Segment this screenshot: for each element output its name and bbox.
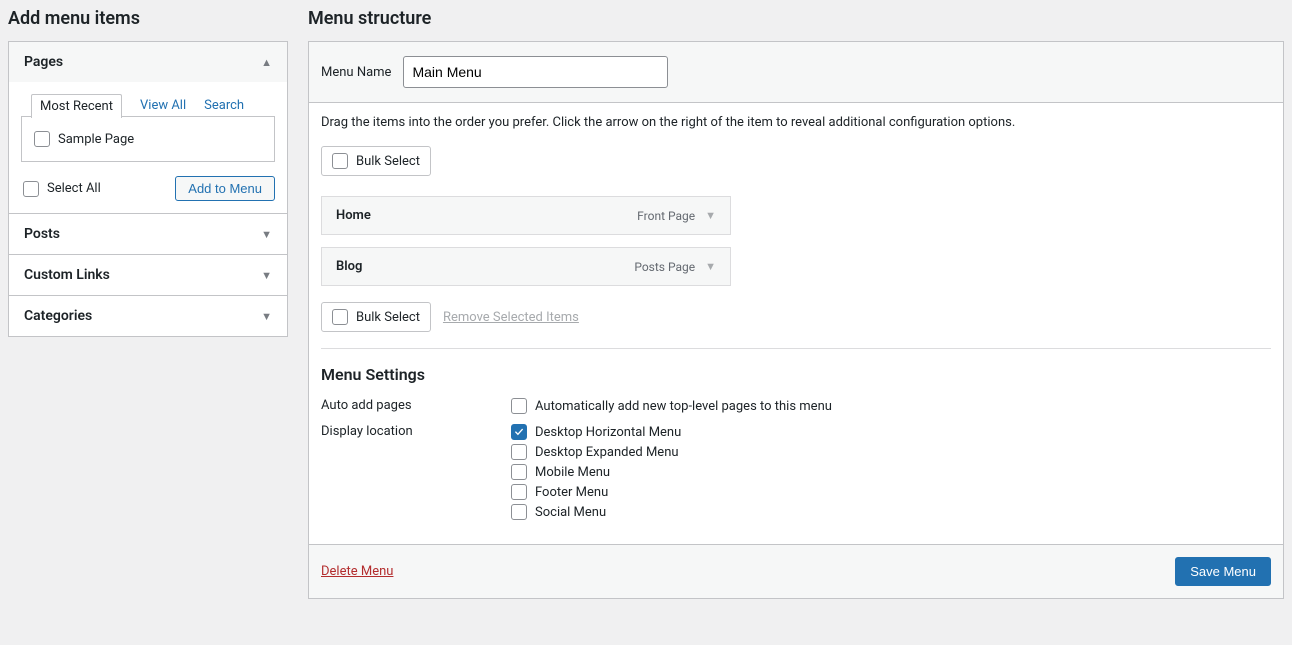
add-to-menu-button[interactable]: Add to Menu [175,176,275,201]
option-label: Social Menu [535,505,606,520]
menu-structure-frame: Menu Name Drag the items into the order … [308,41,1284,599]
add-items-accordion: Pages ▲ Most Recent View All Search Samp… [8,41,288,337]
bulk-select-top[interactable]: Bulk Select [321,146,431,176]
accordion-head-categories[interactable]: Categories ▼ [9,295,287,336]
menu-item-type: Front Page [637,209,695,223]
chevron-down-icon[interactable]: ▼ [705,209,716,222]
auto-add-pages-label: Auto add pages [321,396,511,413]
page-item-sample-page[interactable]: Sample Page [32,127,264,151]
display-location-option[interactable]: Desktop Horizontal Menu [511,422,681,442]
accordion-body-pages: Most Recent View All Search Sample Page [9,82,287,213]
delete-menu-link[interactable]: Delete Menu [321,564,393,579]
auto-add-pages-option[interactable]: Automatically add new top-level pages to… [511,396,832,416]
menu-item-label: Blog [336,259,362,274]
chevron-down-icon: ▼ [261,269,272,282]
checkbox-icon[interactable] [511,444,527,460]
menu-item-type: Posts Page [634,260,695,274]
option-label: Desktop Horizontal Menu [535,425,681,440]
remove-selected-link[interactable]: Remove Selected Items [443,310,579,325]
accordion-head-posts[interactable]: Posts ▼ [9,213,287,254]
menu-item-label: Home [336,208,371,223]
option-label: Mobile Menu [535,465,610,480]
chevron-up-icon: ▲ [261,56,272,69]
checkbox-icon[interactable] [23,181,39,197]
checkbox-icon[interactable] [511,504,527,520]
menu-structure-title: Menu structure [308,8,1284,29]
checkbox-icon[interactable] [511,424,527,440]
menu-item[interactable]: Blog Posts Page ▼ [321,247,731,286]
menu-name-input[interactable] [403,56,668,88]
display-locations-list: Desktop Horizontal Menu Desktop Expanded … [511,422,681,522]
chevron-down-icon: ▼ [261,310,272,323]
bulk-select-bottom[interactable]: Bulk Select [321,302,431,332]
select-all-label: Select All [47,181,101,196]
accordion-head-pages[interactable]: Pages ▲ [9,42,287,82]
save-menu-button[interactable]: Save Menu [1175,557,1271,586]
display-location-option[interactable]: Mobile Menu [511,462,681,482]
pages-tabs: Most Recent View All Search [21,94,275,117]
accordion-label: Posts [24,226,60,242]
accordion-label: Pages [24,54,63,70]
menu-settings-title: Menu Settings [321,365,1271,384]
accordion-label: Custom Links [24,267,110,283]
option-label: Automatically add new top-level pages to… [535,399,832,414]
checkbox-icon[interactable] [511,398,527,414]
pages-tab-content: Sample Page [21,116,275,162]
tab-view-all[interactable]: View All [140,94,186,117]
select-all-row[interactable]: Select All [21,177,103,201]
tab-most-recent[interactable]: Most Recent [31,94,122,118]
add-menu-items-title: Add menu items [8,8,288,29]
chevron-down-icon[interactable]: ▼ [705,260,716,273]
tab-search[interactable]: Search [204,94,244,117]
display-location-option[interactable]: Footer Menu [511,482,681,502]
menu-name-bar: Menu Name [309,42,1283,103]
bulk-select-label: Bulk Select [356,154,420,169]
menu-items-list: Home Front Page ▼ Blog Posts Page ▼ [309,196,1283,286]
page-item-label: Sample Page [58,132,134,147]
accordion-head-custom-links[interactable]: Custom Links ▼ [9,254,287,295]
bulk-select-label: Bulk Select [356,310,420,325]
checkbox-icon[interactable] [332,153,348,169]
menu-name-label: Menu Name [321,65,391,80]
checkbox-icon[interactable] [511,484,527,500]
checkbox-icon[interactable] [511,464,527,480]
display-location-label: Display location [321,422,511,439]
menu-settings: Menu Settings Auto add pages Automatical… [309,349,1283,544]
chevron-down-icon: ▼ [261,228,272,241]
accordion-label: Categories [24,308,92,324]
display-location-option[interactable]: Social Menu [511,502,681,522]
checkbox-icon[interactable] [332,309,348,325]
menu-item[interactable]: Home Front Page ▼ [321,196,731,235]
drag-instructions: Drag the items into the order you prefer… [309,103,1283,142]
option-label: Desktop Expanded Menu [535,445,679,460]
checkbox-icon[interactable] [34,131,50,147]
display-location-option[interactable]: Desktop Expanded Menu [511,442,681,462]
option-label: Footer Menu [535,485,608,500]
footer-bar: Delete Menu Save Menu [309,544,1283,598]
